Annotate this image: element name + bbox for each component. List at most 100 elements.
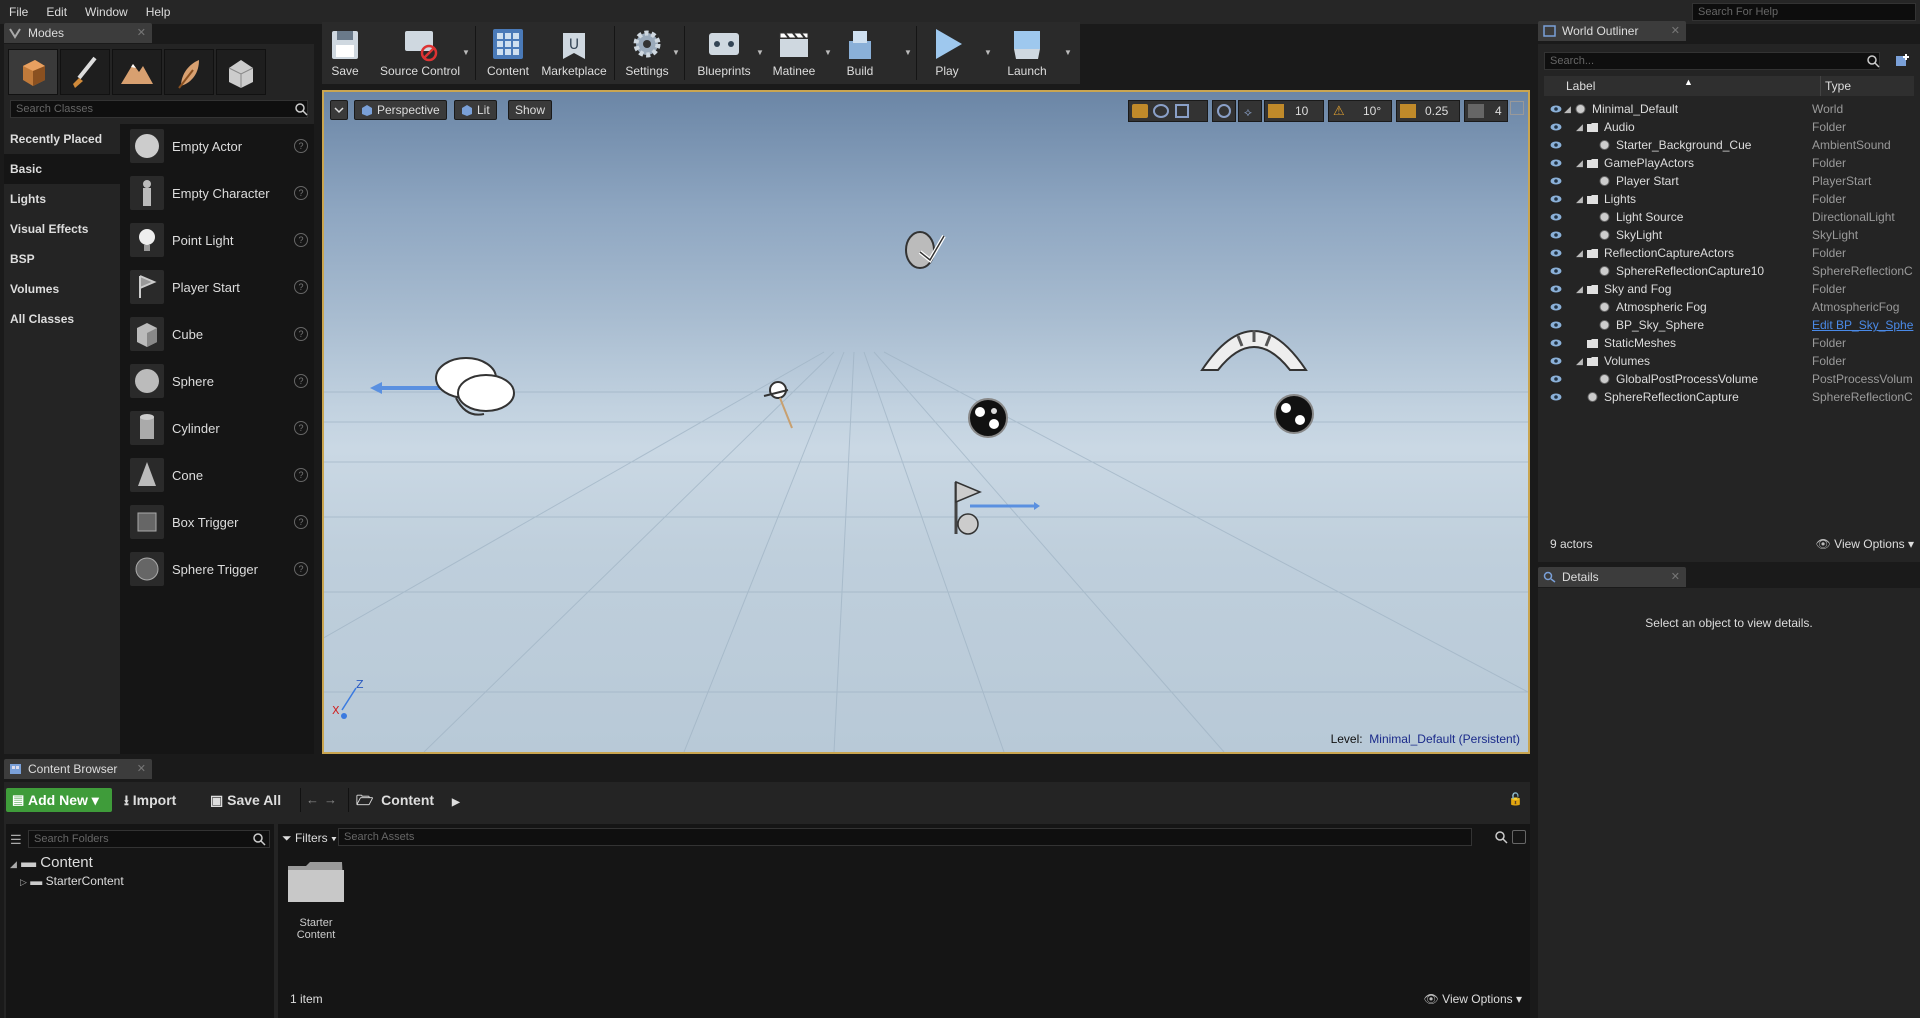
help-icon[interactable]: ?: [294, 421, 308, 435]
expand-triangle-icon[interactable]: ◢: [1576, 352, 1583, 370]
build-button[interactable]: Build: [838, 22, 882, 84]
visibility-eye-icon[interactable]: [1550, 320, 1562, 330]
help-icon[interactable]: ?: [294, 280, 308, 294]
atmospheric-fog-actor[interactable]: [1198, 312, 1310, 374]
add-filter-icon[interactable]: [1894, 52, 1912, 70]
add-new-button[interactable]: ▤ Add New ▾: [6, 788, 112, 812]
chevron-down-icon[interactable]: ▼: [1064, 48, 1072, 57]
edit-blueprint-link[interactable]: Edit BP_Sky_Sphe: [1812, 316, 1913, 334]
help-search-input[interactable]: Search For Help: [1692, 3, 1916, 21]
expand-triangle-icon[interactable]: ◢: [1576, 244, 1583, 262]
matinee-button[interactable]: Matinee: [768, 22, 820, 84]
folder-search-input[interactable]: Search Folders: [28, 830, 270, 848]
outliner-row[interactable]: BP_Sky_Sphere Edit BP_Sky_Sphe: [1538, 316, 1920, 334]
outliner-row[interactable]: ◢ Audio Folder: [1538, 118, 1920, 136]
expand-triangle-icon[interactable]: ◢: [1576, 280, 1583, 298]
type-column-header[interactable]: Type: [1820, 76, 1914, 96]
list-item[interactable]: Cone?: [120, 453, 314, 500]
outliner-row[interactable]: ◢ Sky and Fog Folder: [1538, 280, 1920, 298]
help-icon[interactable]: ?: [294, 515, 308, 529]
outliner-view-options-button[interactable]: 👁 View Options ▾: [1816, 532, 1914, 556]
tree-item-content[interactable]: ◢ ▬ Content: [10, 854, 93, 871]
scale-icon[interactable]: [1175, 104, 1189, 118]
close-icon[interactable]: ✕: [1671, 567, 1680, 587]
lock-icon[interactable]: 🔓: [1508, 792, 1523, 806]
visibility-eye-icon[interactable]: [1550, 194, 1562, 204]
landscape-mode-button[interactable]: [112, 49, 162, 95]
close-icon[interactable]: ✕: [137, 23, 146, 43]
label-column-header[interactable]: Label: [1566, 76, 1595, 96]
help-icon[interactable]: ?: [294, 233, 308, 247]
geometry-mode-button[interactable]: [216, 49, 266, 95]
help-icon[interactable]: ?: [294, 374, 308, 388]
visibility-eye-icon[interactable]: [1550, 212, 1562, 222]
expand-triangle-icon[interactable]: ◢: [1576, 118, 1583, 136]
marketplace-button[interactable]: U Marketplace: [540, 22, 608, 84]
lit-button[interactable]: Lit: [454, 100, 497, 120]
player-start-actor[interactable]: [940, 478, 1040, 542]
outliner-search-input[interactable]: Search...: [1544, 52, 1880, 70]
asset-tile-starter-content[interactable]: Starter Content: [284, 856, 348, 952]
grid-snap[interactable]: 10: [1264, 100, 1324, 122]
visibility-eye-icon[interactable]: [1550, 302, 1562, 312]
blueprints-button[interactable]: Blueprints: [694, 22, 754, 84]
outliner-row[interactable]: ◢ Minimal_Default World: [1538, 100, 1920, 118]
visibility-eye-icon[interactable]: [1550, 392, 1562, 402]
close-icon[interactable]: ✕: [1671, 21, 1680, 41]
help-icon[interactable]: ?: [294, 468, 308, 482]
menu-file[interactable]: File: [0, 0, 37, 24]
list-item[interactable]: Point Light?: [120, 218, 314, 265]
back-arrow-icon[interactable]: ←: [306, 792, 319, 807]
visibility-eye-icon[interactable]: [1550, 230, 1562, 240]
ambient-sound-actor[interactable]: [900, 224, 950, 274]
menu-help[interactable]: Help: [137, 0, 180, 24]
level-viewport[interactable]: Perspective Lit Show ⟡ 10 ⚠ 10° 0.25 4 Z…: [322, 90, 1530, 754]
outliner-row[interactable]: SkyLight SkyLight: [1538, 226, 1920, 244]
list-item[interactable]: Sphere Trigger?: [120, 547, 314, 594]
category-lights[interactable]: Lights: [4, 184, 120, 214]
chevron-down-icon[interactable]: ▼: [756, 48, 764, 57]
save-search-icon[interactable]: [1512, 830, 1526, 844]
chevron-down-icon[interactable]: ▼: [824, 48, 832, 57]
camera-speed[interactable]: 4: [1464, 100, 1508, 122]
outliner-row[interactable]: ◢ GamePlayActors Folder: [1538, 154, 1920, 172]
category-volumes[interactable]: Volumes: [4, 274, 120, 304]
outliner-row[interactable]: ◢ Lights Folder: [1538, 190, 1920, 208]
help-icon[interactable]: ?: [294, 186, 308, 200]
class-search-input[interactable]: Search Classes: [10, 100, 308, 118]
category-recently-placed[interactable]: Recently Placed: [4, 124, 120, 154]
list-item[interactable]: Sphere?: [120, 359, 314, 406]
chevron-down-icon[interactable]: ▼: [462, 48, 470, 57]
visibility-eye-icon[interactable]: [1550, 104, 1562, 114]
close-icon[interactable]: ✕: [137, 759, 146, 779]
play-button[interactable]: Play: [924, 22, 970, 84]
filters-button[interactable]: ⏷ Filters ▾: [282, 828, 337, 848]
chevron-down-icon[interactable]: ▼: [904, 48, 912, 57]
list-item[interactable]: Empty Actor?: [120, 124, 314, 171]
paint-mode-button[interactable]: [60, 49, 110, 95]
expand-triangle-icon[interactable]: ◢: [1576, 154, 1583, 172]
visibility-eye-icon[interactable]: [1550, 338, 1562, 348]
list-item[interactable]: Empty Character?: [120, 171, 314, 218]
list-item[interactable]: Cube?: [120, 312, 314, 359]
list-item[interactable]: Player Start?: [120, 265, 314, 312]
import-button[interactable]: ⭳ Import: [124, 788, 176, 812]
outliner-row[interactable]: SphereReflectionCapture SphereReflectionC: [1538, 388, 1920, 406]
list-item[interactable]: Cylinder?: [120, 406, 314, 453]
content-button[interactable]: Content: [482, 22, 534, 84]
visibility-eye-icon[interactable]: [1550, 176, 1562, 186]
outliner-row[interactable]: ◢ ReflectionCaptureActors Folder: [1538, 244, 1920, 262]
launch-button[interactable]: Launch: [1002, 22, 1052, 84]
skylight-actor[interactable]: [754, 376, 804, 436]
category-basic[interactable]: Basic: [4, 154, 120, 184]
outliner-row[interactable]: Light Source DirectionalLight: [1538, 208, 1920, 226]
category-all-classes[interactable]: All Classes: [4, 304, 120, 334]
chevron-down-icon[interactable]: ▼: [984, 48, 992, 57]
help-icon[interactable]: ?: [294, 327, 308, 341]
outliner-row[interactable]: Player Start PlayerStart: [1538, 172, 1920, 190]
maximize-viewport-icon[interactable]: [1510, 101, 1524, 115]
rotate-icon[interactable]: [1153, 104, 1169, 118]
directional-light-actor[interactable]: [366, 348, 536, 428]
rotation-snap[interactable]: ⚠ 10°: [1328, 100, 1392, 122]
outliner-row[interactable]: GlobalPostProcessVolume PostProcessVolum: [1538, 370, 1920, 388]
